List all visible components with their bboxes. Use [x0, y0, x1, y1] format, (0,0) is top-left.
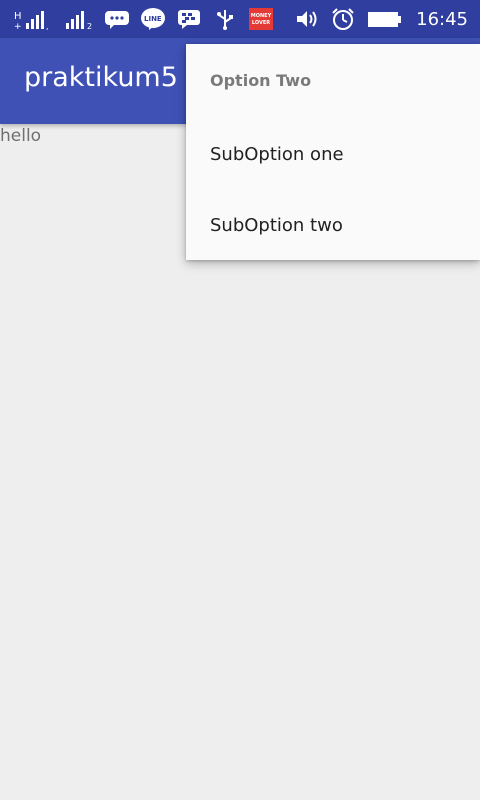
volume-icon: [294, 7, 320, 31]
line-app-icon: LINE: [140, 7, 166, 31]
svg-text:,: ,: [46, 22, 49, 31]
svg-text:LINE: LINE: [144, 15, 162, 23]
menu-item-label: SubOption one: [210, 144, 344, 165]
hello-text: hello: [0, 126, 42, 146]
svg-text:MONEY: MONEY: [251, 13, 272, 19]
svg-text:+: +: [14, 22, 22, 31]
status-bar-notifications: H + , 2 LINE MONEY LOVER: [14, 0, 274, 38]
svg-text:LOVER: LOVER: [252, 20, 270, 26]
menu-item-label: SubOption two: [210, 215, 343, 236]
chat-bubble-icon: [104, 7, 130, 31]
clock: 16:45: [416, 8, 468, 30]
status-bar-system: 16:45: [294, 0, 468, 38]
bbm-icon: [176, 7, 202, 31]
signal-icon: 2: [64, 7, 94, 31]
usb-icon: [212, 7, 238, 31]
menu-item-suboption-one[interactable]: SubOption one: [186, 120, 480, 188]
signal-icon: H + ,: [14, 7, 54, 31]
svg-text:2: 2: [87, 22, 92, 31]
popup-menu: Option Two SubOption one SubOption two: [186, 44, 480, 260]
money-lover-icon: MONEY LOVER: [248, 7, 274, 31]
status-bar: H + , 2 LINE MONEY LOVER 16:45: [0, 0, 480, 38]
battery-icon: [366, 7, 402, 31]
menu-header: Option Two: [210, 71, 312, 90]
alarm-icon: [330, 7, 356, 31]
app-title: praktikum5: [24, 62, 178, 93]
svg-text:H: H: [14, 11, 22, 22]
menu-item-suboption-two[interactable]: SubOption two: [186, 191, 480, 259]
